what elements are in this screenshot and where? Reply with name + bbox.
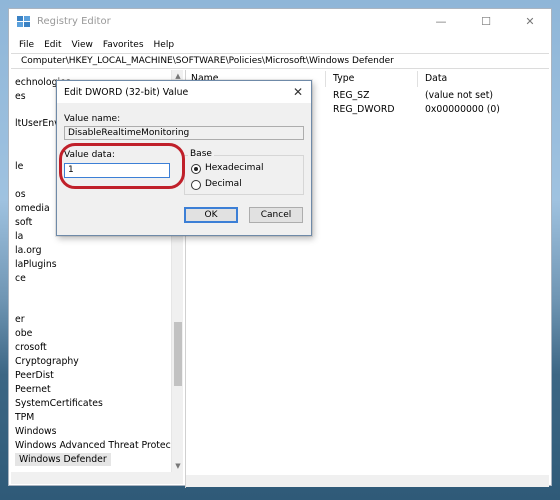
window-title: Registry Editor — [37, 16, 111, 27]
radio-selected-dot — [194, 167, 198, 171]
value-name-field[interactable]: DisableRealtimeMonitoring — [64, 126, 304, 140]
registry-app-icon — [17, 16, 30, 27]
address-bar[interactable]: Computer\HKEY_LOCAL_MACHINE\SOFTWARE\Pol… — [11, 53, 549, 69]
tree-item-selected[interactable]: Windows Defender — [15, 453, 111, 466]
highlight-ring — [59, 143, 185, 189]
value-name-label: Value name: — [64, 114, 121, 124]
menu-bar: File Edit View Favorites Help — [9, 37, 551, 53]
dialog-title: Edit DWORD (32-bit) Value — [64, 87, 189, 98]
tree-item[interactable]: SystemCertificates — [15, 397, 103, 410]
close-button[interactable]: ✕ — [508, 9, 552, 35]
tree-item[interactable]: laPlugins — [15, 258, 57, 271]
tree-item[interactable]: soft — [15, 216, 32, 229]
row-type[interactable]: REG_DWORD — [333, 103, 394, 116]
tree-item[interactable]: Windows Advanced Threat Protectio — [15, 439, 171, 452]
menu-help[interactable]: Help — [154, 37, 175, 53]
row-data[interactable]: 0x00000000 (0) — [425, 103, 500, 116]
dialog-title-bar: Edit DWORD (32-bit) Value ✕ — [57, 81, 311, 103]
tree-item[interactable]: TPM — [15, 411, 34, 424]
tree-item[interactable]: PeerDist — [15, 369, 54, 382]
base-label: Base — [188, 149, 214, 159]
tree-item[interactable]: crosoft — [15, 341, 47, 354]
row-data[interactable]: (value not set) — [425, 89, 493, 102]
tree-item[interactable]: Peernet — [15, 383, 51, 396]
hexadecimal-label[interactable]: Hexadecimal — [205, 163, 263, 173]
menu-file[interactable]: File — [19, 37, 34, 53]
list-horizontal-scrollbar[interactable] — [186, 475, 549, 487]
tree-item[interactable]: obe — [15, 327, 32, 340]
column-header-data[interactable]: Data — [425, 71, 447, 87]
decimal-label[interactable]: Decimal — [205, 179, 242, 189]
tree-item[interactable]: os — [15, 188, 26, 201]
tree-item[interactable]: es — [15, 90, 26, 103]
base-groupbox — [184, 155, 304, 195]
scroll-thumb[interactable] — [174, 322, 182, 386]
tree-item[interactable]: Cryptography — [15, 355, 79, 368]
row-type[interactable]: REG_SZ — [333, 89, 369, 102]
decimal-radio[interactable] — [191, 180, 201, 190]
tree-item[interactable]: Windows — [15, 425, 57, 438]
menu-favorites[interactable]: Favorites — [103, 37, 144, 53]
ok-button[interactable]: OK — [184, 207, 238, 223]
minimize-button[interactable]: — — [419, 9, 463, 35]
scroll-down-arrow-icon[interactable]: ▼ — [172, 460, 184, 472]
cancel-button[interactable]: Cancel — [249, 207, 303, 223]
tree-item[interactable]: le — [15, 160, 23, 173]
tree-item[interactable]: er — [15, 313, 25, 326]
dialog-close-button[interactable]: ✕ — [289, 83, 307, 101]
tree-item[interactable]: la.org — [15, 244, 41, 257]
maximize-button[interactable]: ☐ — [464, 9, 508, 35]
title-bar: Registry Editor — ☐ ✕ — [9, 9, 551, 35]
tree-item[interactable]: la — [15, 230, 23, 243]
column-separator[interactable] — [325, 71, 326, 87]
hexadecimal-radio[interactable] — [191, 164, 201, 174]
menu-edit[interactable]: Edit — [44, 37, 61, 53]
column-separator[interactable] — [417, 71, 418, 87]
menu-view[interactable]: View — [72, 37, 93, 53]
tree-item[interactable]: ce — [15, 272, 26, 285]
tree-item[interactable]: omedia — [15, 202, 50, 215]
column-header-type[interactable]: Type — [333, 71, 354, 87]
tree-horizontal-scrollbar[interactable] — [11, 472, 183, 484]
